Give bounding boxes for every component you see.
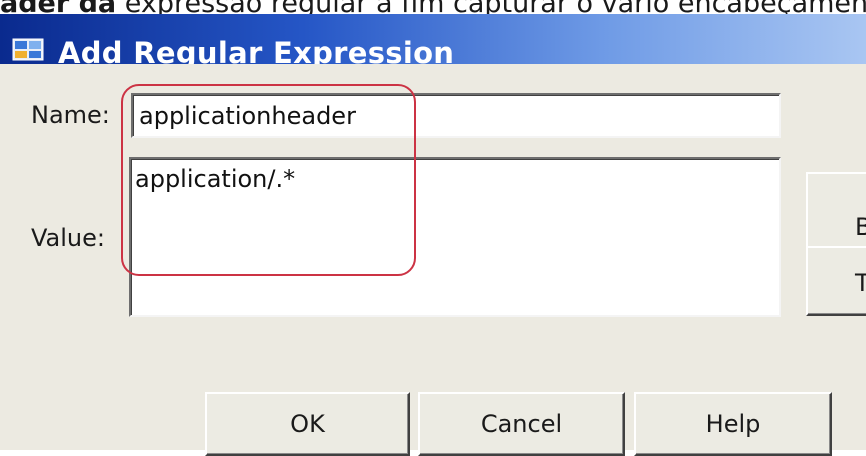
test-button[interactable]: T	[806, 246, 866, 316]
cancel-button[interactable]: Cancel	[418, 392, 625, 456]
help-button[interactable]: Help	[634, 392, 832, 456]
ok-button[interactable]: OK	[205, 392, 410, 456]
value-label: Value:	[31, 224, 105, 252]
name-label: Name:	[31, 101, 110, 129]
dialog-titlebar[interactable]: Add Regular Expression	[0, 14, 866, 70]
app-icon	[12, 36, 46, 62]
value-textarea[interactable]: application/.*	[129, 157, 781, 317]
name-input[interactable]	[131, 93, 781, 138]
